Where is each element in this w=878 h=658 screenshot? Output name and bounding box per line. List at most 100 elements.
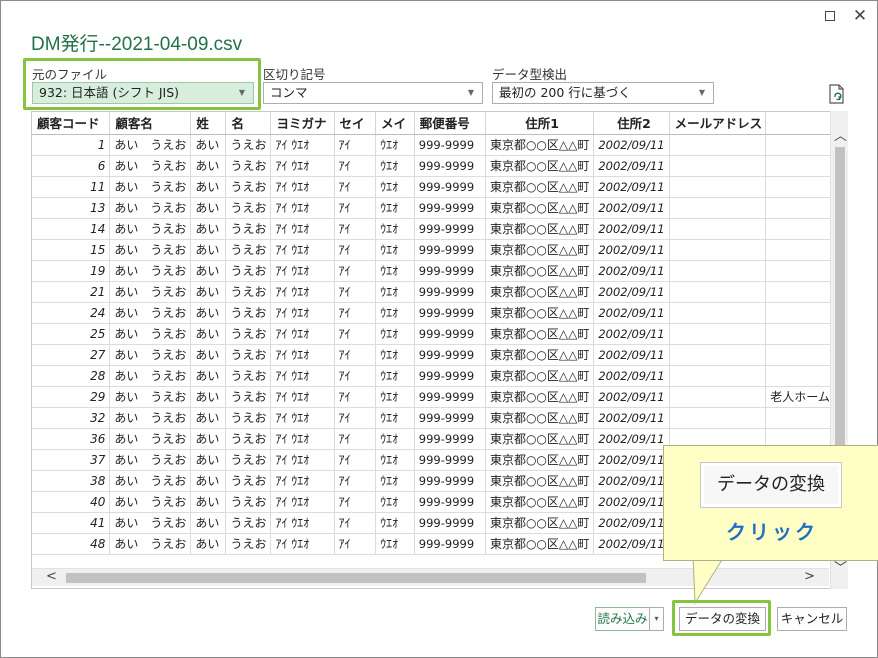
table-cell: うえお	[225, 302, 272, 324]
table-cell: ｱｲ	[334, 176, 377, 198]
table-cell	[669, 386, 767, 408]
type-detection-value: 最初の 200 行に基づく	[499, 85, 631, 100]
table-cell: ｱｲ ｳｴｵ	[270, 323, 335, 345]
column-header[interactable]: 名	[225, 112, 272, 135]
table-cell: 2002/09/11	[593, 239, 670, 261]
table-cell: 21	[32, 281, 111, 303]
column-header[interactable]: メールアドレス	[669, 112, 767, 135]
table-cell: ｳｴｵ	[375, 407, 415, 429]
table-cell: ｱｲ ｳｴｵ	[270, 407, 335, 429]
table-cell: 東京都○○区△△町	[485, 260, 595, 282]
table-cell: あい うえお	[109, 260, 192, 282]
table-row: 11 あい うえお あい うえお ｱｲ ｳｴｵ ｱｲ ｳｴｵ 999-9999 東京都○○区△△…	[32, 176, 847, 198]
table-cell	[669, 302, 767, 324]
table-cell: あい	[190, 533, 227, 555]
table-cell: 999-9999	[414, 134, 486, 156]
table-cell: うえお	[225, 197, 272, 219]
table-cell: あい	[190, 470, 227, 492]
table-cell: 37	[32, 449, 111, 471]
table-cell: 999-9999	[414, 155, 486, 177]
table-cell: 29	[32, 386, 111, 408]
table-cell: 999-9999	[414, 176, 486, 198]
table-cell: 2002/09/11	[593, 470, 670, 492]
delimiter-dropdown[interactable]: コンマ ▼	[263, 82, 483, 104]
table-cell: 2002/09/11	[593, 218, 670, 240]
table-cell: あい	[190, 512, 227, 534]
table-cell: あい うえお	[109, 533, 192, 555]
table-cell: ｱｲ ｳｴｵ	[270, 239, 335, 261]
table-cell: ｱｲ ｳｴｵ	[270, 302, 335, 324]
column-header[interactable]: メイ	[375, 112, 415, 135]
column-header[interactable]: 郵便番号	[414, 112, 486, 135]
cancel-button[interactable]: キャンセル	[777, 607, 847, 631]
column-header[interactable]: 顧客名	[109, 112, 192, 135]
table-cell: ｱｲ ｳｴｵ	[270, 344, 335, 366]
table-cell: ｱｲ ｳｴｵ	[270, 134, 335, 156]
table-cell: あい うえお	[109, 428, 192, 450]
table-cell: あい うえお	[109, 302, 192, 324]
table-cell: 2002/09/11	[593, 386, 670, 408]
table-cell: 2002/09/11	[593, 176, 670, 198]
scroll-right-icon[interactable]: >	[804, 569, 815, 584]
maximize-icon[interactable]	[819, 5, 841, 27]
table-cell: ｱｲ	[334, 281, 377, 303]
table-cell	[669, 197, 767, 219]
table-cell: 999-9999	[414, 470, 486, 492]
delimiter-value: コンマ	[270, 85, 308, 100]
callout-pointer	[692, 555, 726, 605]
table-cell: あい	[190, 344, 227, 366]
table-cell: ｳｴｵ	[375, 239, 415, 261]
table-cell	[669, 407, 767, 429]
table-row: 32 あい うえお あい うえお ｱｲ ｳｴｵ ｱｲ ｳｴｵ 999-9999 東京都○○区△△…	[32, 407, 847, 429]
scroll-left-icon[interactable]: <	[46, 569, 57, 584]
table-cell: 999-9999	[414, 197, 486, 219]
table-cell: 15	[32, 239, 111, 261]
transform-data-button[interactable]: データの変換	[679, 607, 766, 631]
table-row: 6 あい うえお あい うえお ｱｲ ｳｴｵ ｱｲ ｳｴｵ 999-9999 東京都○○区△△町…	[32, 155, 847, 177]
type-detection-dropdown[interactable]: 最初の 200 行に基づく ▼	[492, 82, 714, 104]
callout-click-text: クリック	[726, 520, 818, 544]
table-cell: 999-9999	[414, 365, 486, 387]
column-header[interactable]: セイ	[334, 112, 377, 135]
table-cell: 999-9999	[414, 323, 486, 345]
table-cell: 999-9999	[414, 449, 486, 471]
table-cell: ｱｲ	[334, 407, 377, 429]
table-cell: ｱｲ ｳｴｵ	[270, 197, 335, 219]
table-cell: 東京都○○区△△町	[485, 491, 595, 513]
table-cell: 2002/09/11	[593, 449, 670, 471]
load-button[interactable]: 読み込み	[595, 607, 650, 631]
scroll-up-icon[interactable]: ︿	[834, 125, 847, 144]
table-cell: ｱｲ ｳｴｵ	[270, 176, 335, 198]
table-cell: 36	[32, 428, 111, 450]
close-icon[interactable]: ✕	[849, 5, 871, 27]
table-cell: 東京都○○区△△町	[485, 155, 595, 177]
table-cell: 999-9999	[414, 302, 486, 324]
callout-convert-button-image: データの変換	[700, 462, 842, 508]
column-header[interactable]: 顧客コード	[32, 112, 111, 135]
refresh-preview-icon[interactable]	[828, 84, 846, 104]
table-cell: 27	[32, 344, 111, 366]
table-cell: うえお	[225, 449, 272, 471]
table-cell: あい うえお	[109, 155, 192, 177]
table-cell: 東京都○○区△△町	[485, 218, 595, 240]
table-cell: 東京都○○区△△町	[485, 239, 595, 261]
table-cell: 2002/09/11	[593, 197, 670, 219]
table-cell: 東京都○○区△△町	[485, 428, 595, 450]
column-header[interactable]: ヨミガナ	[270, 112, 335, 135]
table-cell: ｱｲ ｳｴｵ	[270, 281, 335, 303]
column-header[interactable]: 住所1	[485, 112, 595, 135]
table-cell: ｱｲ ｳｴｵ	[270, 428, 335, 450]
table-cell: あい うえお	[109, 344, 192, 366]
load-options-dropdown[interactable]: ▾	[649, 607, 664, 631]
table-cell: ｳｴｵ	[375, 260, 415, 282]
table-cell: あい うえお	[109, 407, 192, 429]
table-cell: 2002/09/11	[593, 323, 670, 345]
table-cell: あい	[190, 239, 227, 261]
table-cell: うえお	[225, 260, 272, 282]
column-header[interactable]: 姓	[190, 112, 227, 135]
table-cell: あい	[190, 386, 227, 408]
table-cell: 東京都○○区△△町	[485, 533, 595, 555]
column-header[interactable]: 住所2	[593, 112, 670, 135]
table-cell: うえお	[225, 239, 272, 261]
horizontal-scroll-thumb[interactable]	[66, 573, 646, 583]
